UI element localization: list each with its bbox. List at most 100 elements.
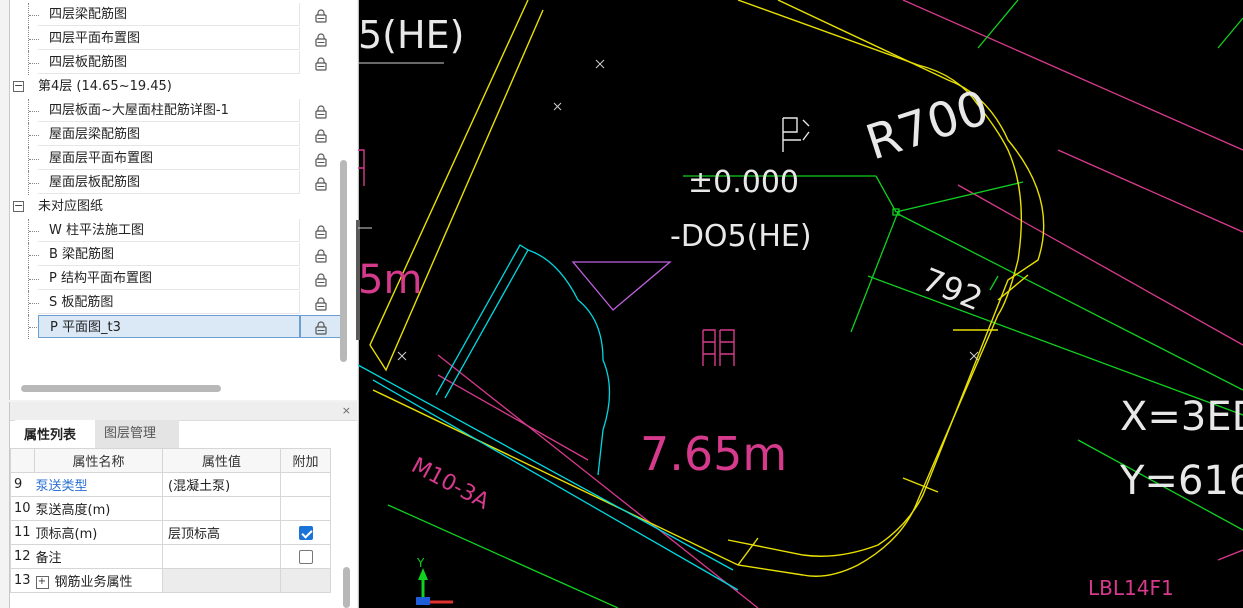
lock-icon[interactable] <box>314 320 328 335</box>
property-value[interactable]: (混凝土泵) <box>162 472 281 497</box>
tree-item[interactable]: 四层板配筋图 <box>10 51 345 75</box>
magenta-linework <box>437 0 1243 608</box>
property-name: 顶标高(m) <box>34 520 163 545</box>
tree-item[interactable]: 屋面层梁配筋图 <box>10 123 345 147</box>
lock-icon[interactable] <box>314 152 328 167</box>
property-name: 泵送类型 <box>34 472 163 497</box>
tree-item[interactable]: 四层梁配筋图 <box>10 3 345 27</box>
cad-text-5m: 5m <box>358 257 422 303</box>
tab-property-list[interactable]: 属性列表 <box>15 420 95 448</box>
checkbox-unchecked[interactable] <box>298 549 313 564</box>
header-attach: 附加 <box>280 448 331 473</box>
header-spacer <box>10 448 35 473</box>
cad-texts: 5(HE) R700 ±0.000 -DO5(HE) 792 5m 7.65m … <box>358 13 1243 600</box>
close-icon[interactable]: × <box>342 402 351 420</box>
property-value[interactable] <box>162 568 281 593</box>
tree-item[interactable]: B 梁配筋图 <box>10 243 345 267</box>
property-row[interactable]: 10 泵送高度(m) <box>10 496 349 521</box>
tab-layer-management[interactable]: 图层管理 <box>95 420 179 448</box>
cad-text-do5he: -DO5(HE) <box>670 219 812 254</box>
tree-item-label: W 柱平法施工图 <box>38 219 300 242</box>
tree-horizontal-scrollbar[interactable] <box>21 385 221 392</box>
property-index: 13 <box>10 568 35 593</box>
tree-item[interactable]: W 柱平法施工图 <box>10 219 345 243</box>
lock-icon[interactable] <box>314 176 328 191</box>
tree-group-label: 第4层 (14.65~19.45) <box>38 79 172 94</box>
property-row[interactable]: 13 + 钢筋业务属性 <box>10 568 349 593</box>
tree-group[interactable]: − 第4层 (14.65~19.45) <box>10 75 345 99</box>
lock-icon[interactable] <box>314 296 328 311</box>
tree-item[interactable]: 屋面层板配筋图 <box>10 171 345 195</box>
cad-text-792: 792 <box>917 260 988 318</box>
checkbox-checked[interactable] <box>298 525 313 540</box>
property-value[interactable] <box>162 544 281 569</box>
lock-icon[interactable] <box>314 32 328 47</box>
tree-item-label: 屋面层板配筋图 <box>38 171 300 194</box>
tree-item[interactable]: P 结构平面布置图 <box>10 267 345 291</box>
header-property-value: 属性值 <box>162 448 281 473</box>
cad-text-elevation: ±0.000 <box>688 165 799 200</box>
property-attach[interactable] <box>280 520 331 545</box>
white-glyph-symbol <box>782 117 810 152</box>
cad-text-m10: M10-3A <box>407 453 493 514</box>
tree-item[interactable]: 四层平面布置图 <box>10 27 345 51</box>
green-linework <box>387 0 1243 608</box>
tree-item[interactable]: S 板配筋图 <box>10 291 345 315</box>
tree-item-label: 四层平面布置图 <box>38 27 300 50</box>
row-gap <box>331 521 349 545</box>
cad-text-y-coord: Y=616 <box>1119 458 1243 504</box>
property-name: + 钢筋业务属性 <box>34 568 163 593</box>
row-gap <box>331 473 349 497</box>
tree-item-label: 四层梁配筋图 <box>38 3 300 26</box>
expand-icon[interactable]: + <box>35 576 49 589</box>
property-index: 12 <box>10 544 35 569</box>
property-attach[interactable] <box>280 544 331 569</box>
row-gap <box>331 497 349 521</box>
property-attach[interactable] <box>280 496 331 521</box>
lock-icon[interactable] <box>314 56 328 71</box>
lock-icon[interactable] <box>314 224 328 239</box>
tree-item-label: P 结构平面布置图 <box>38 267 300 290</box>
property-value[interactable]: 层顶标高 <box>162 520 281 545</box>
lock-icon[interactable] <box>314 272 328 287</box>
cad-drawing-canvas[interactable]: 5(HE) R700 ±0.000 -DO5(HE) 792 5m 7.65m … <box>358 0 1243 608</box>
tree-group[interactable]: − 未对应图纸 <box>10 195 345 219</box>
tree-item-label: 四层板面~大屋面柱配筋详图-1 <box>38 99 300 122</box>
property-index: 11 <box>10 520 35 545</box>
tree-item-label: P 平面图_t3 <box>38 315 300 338</box>
header-property-name: 属性名称 <box>34 448 163 473</box>
tree-item[interactable]: 四层板面~大屋面柱配筋详图-1 <box>10 99 345 123</box>
drawing-tree: 四层梁配筋图 四层平面布置图 四层板配筋图 − 第4层 (14.65~19.45) 四层板… <box>9 0 357 400</box>
lock-icon[interactable] <box>314 248 328 263</box>
property-row[interactable]: 9 泵送类型 (混凝土泵) <box>10 472 349 497</box>
lock-icon[interactable] <box>314 128 328 143</box>
collapse-icon[interactable]: − <box>13 200 24 212</box>
property-index: 9 <box>10 472 35 497</box>
axis-y-label: Y <box>416 556 425 570</box>
cad-text-765m: 7.65m <box>640 427 787 481</box>
tree-item-label: S 板配筋图 <box>38 291 300 314</box>
property-attach[interactable] <box>280 568 331 593</box>
property-row[interactable]: 12 备注 <box>10 544 349 569</box>
cad-drawing: 5(HE) R700 ±0.000 -DO5(HE) 792 5m 7.65m … <box>358 0 1243 608</box>
properties-scrollbar[interactable] <box>343 567 350 608</box>
tree-item[interactable]: P 平面图_t3 <box>10 315 345 339</box>
property-row[interactable]: 11 顶标高(m) 层顶标高 <box>10 520 349 545</box>
lock-icon[interactable] <box>314 104 328 119</box>
white-marks <box>358 59 979 361</box>
property-attach[interactable] <box>280 472 331 497</box>
property-name: 备注 <box>34 544 163 569</box>
tree-item-label: 屋面层平面布置图 <box>38 147 300 170</box>
property-name: 泵送高度(m) <box>34 496 163 521</box>
tree-item-label: 屋面层梁配筋图 <box>38 123 300 146</box>
tree-vertical-scrollbar[interactable] <box>340 160 347 362</box>
property-value[interactable] <box>162 496 281 521</box>
lock-icon[interactable] <box>314 8 328 23</box>
ucs-axis-icon: Y <box>416 556 453 605</box>
tree-item-label: B 梁配筋图 <box>38 243 300 266</box>
collapse-icon[interactable]: − <box>13 80 24 92</box>
tree-item[interactable]: 屋面层平面布置图 <box>10 147 345 171</box>
property-table: 属性名称 属性值 附加 9 泵送类型 (混凝土泵) 10 泵送高度(m) 11 顶标高(m)… <box>10 448 349 593</box>
properties-panel: × 属性列表 图层管理 属性名称 属性值 附加 9 泵送类型 (混凝土泵) 10 泵送高… <box>9 402 357 608</box>
property-name-text: 钢筋业务属性 <box>54 575 133 590</box>
